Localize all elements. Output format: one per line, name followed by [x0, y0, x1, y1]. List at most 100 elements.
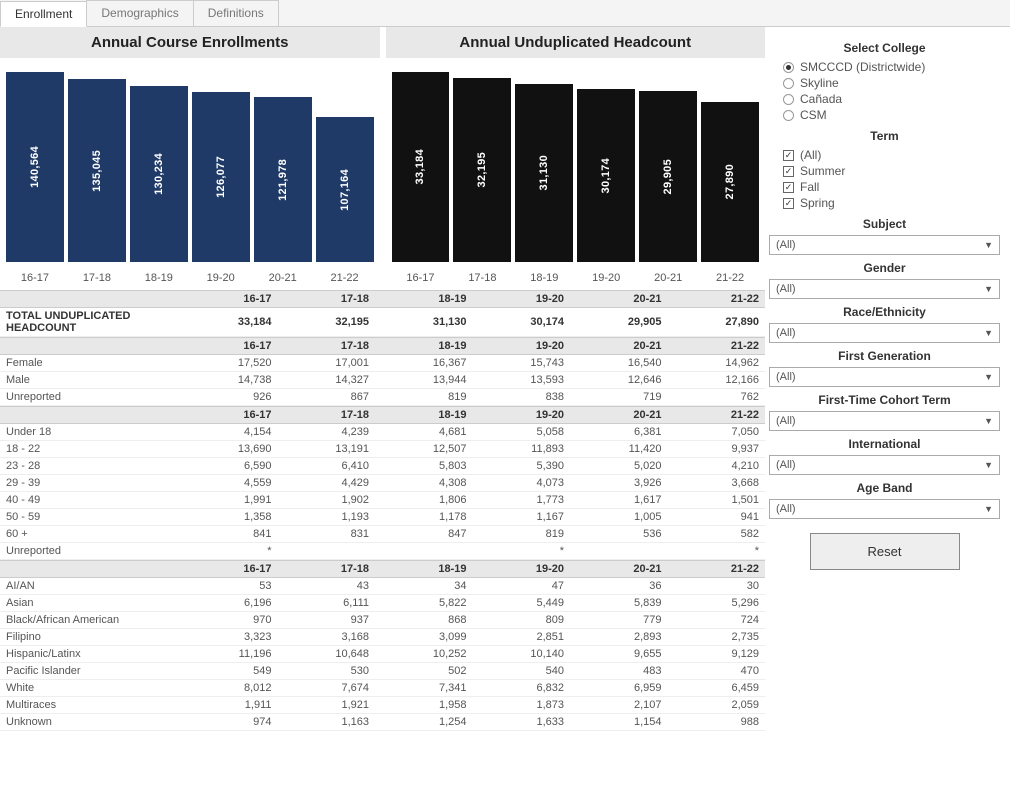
cell: 2,107 [570, 697, 668, 714]
axis-label: 18-19 [128, 272, 190, 284]
bar[interactable]: 140,564 [6, 72, 64, 262]
checkbox-term-1[interactable]: ✓Summer [769, 163, 1000, 179]
bar[interactable]: 29,905 [639, 91, 697, 262]
cell: 43 [278, 578, 376, 595]
tab-demographics[interactable]: Demographics [86, 0, 193, 26]
cell: 1,154 [570, 714, 668, 731]
chevron-down-icon: ▼ [984, 240, 993, 250]
cell: 10,140 [473, 646, 571, 663]
dropdown-first-time-cohort-term[interactable]: (All)▼ [769, 411, 1000, 431]
checkbox-term-0[interactable]: ✓(All) [769, 147, 1000, 163]
radio-icon [783, 78, 794, 89]
cell: 470 [668, 663, 766, 680]
bar-group: 31,130 [515, 84, 573, 262]
column-header: 17-18 [278, 291, 376, 308]
dropdown-value: (All) [776, 459, 796, 471]
dropdown-international[interactable]: (All)▼ [769, 455, 1000, 475]
cell: 1,501 [668, 492, 766, 509]
left-panel: Annual Course Enrollments140,564135,0451… [0, 27, 765, 731]
dropdown-age-band[interactable]: (All)▼ [769, 499, 1000, 519]
cell: 1,911 [180, 697, 278, 714]
bar-group: 32,195 [453, 78, 511, 262]
cell: 6,832 [473, 680, 571, 697]
cell: 6,196 [180, 595, 278, 612]
reset-button[interactable]: Reset [810, 533, 960, 570]
column-header [0, 291, 180, 308]
cell: 483 [570, 663, 668, 680]
dropdown-value: (All) [776, 503, 796, 515]
dropdown-gender[interactable]: (All)▼ [769, 279, 1000, 299]
bar[interactable]: 33,184 [392, 72, 450, 262]
cell: 6,459 [668, 680, 766, 697]
cell: 2,851 [473, 629, 571, 646]
row-label: Unknown [0, 714, 180, 731]
dropdown-value: (All) [776, 327, 796, 339]
cell: 17,001 [278, 355, 376, 372]
cell: 1,991 [180, 492, 278, 509]
data-table-1: 16-1717-1818-1919-2020-2121-22Female17,5… [0, 337, 765, 406]
radio-college-3[interactable]: CSM [769, 107, 1000, 123]
bar-group: 107,164 [316, 117, 374, 262]
row-label: 60 + [0, 526, 180, 543]
radio-icon [783, 110, 794, 121]
axis-label: 17-18 [451, 272, 513, 284]
bar[interactable]: 135,045 [68, 79, 126, 262]
row-label: 40 - 49 [0, 492, 180, 509]
bar-value-label: 32,195 [476, 152, 488, 187]
tab-definitions[interactable]: Definitions [193, 0, 279, 26]
cell: 34 [375, 578, 473, 595]
bar[interactable]: 130,234 [130, 86, 188, 262]
checkbox-term-3[interactable]: ✓Spring [769, 195, 1000, 211]
cell: 10,252 [375, 646, 473, 663]
cell: 1,921 [278, 697, 376, 714]
cell: 5,296 [668, 595, 766, 612]
dropdown-race-ethnicity[interactable]: (All)▼ [769, 323, 1000, 343]
dropdown-subject[interactable]: (All)▼ [769, 235, 1000, 255]
bar[interactable]: 126,077 [192, 92, 250, 262]
bar[interactable]: 107,164 [316, 117, 374, 262]
column-header: 21-22 [668, 407, 766, 424]
row-label: Pacific Islander [0, 663, 180, 680]
cell: 4,210 [668, 458, 766, 475]
radio-college-0[interactable]: SMCCCD (Districtwide) [769, 59, 1000, 75]
radio-college-2[interactable]: Cañada [769, 91, 1000, 107]
axis-label: 16-17 [390, 272, 452, 284]
row-label: Multiraces [0, 697, 180, 714]
cell: 31,130 [375, 308, 473, 337]
filter-title-gender: Gender [769, 261, 1000, 275]
bar-value-label: 107,164 [339, 169, 351, 211]
tab-enrollment[interactable]: Enrollment [0, 1, 87, 27]
table-row: Asian6,1966,1115,8225,4495,8395,296 [0, 595, 765, 612]
cell: 13,690 [180, 441, 278, 458]
cell: 10,648 [278, 646, 376, 663]
column-header: 18-19 [375, 291, 473, 308]
row-label: Unreported [0, 543, 180, 560]
bar[interactable]: 30,174 [577, 89, 635, 262]
cell: 14,962 [668, 355, 766, 372]
column-header: 18-19 [375, 338, 473, 355]
bar[interactable]: 121,978 [254, 97, 312, 262]
bar-value-label: 121,978 [277, 159, 289, 201]
table-row: Filipino3,3233,1683,0992,8512,8932,735 [0, 629, 765, 646]
row-label: Male [0, 372, 180, 389]
radio-college-1[interactable]: Skyline [769, 75, 1000, 91]
dropdown-first-generation[interactable]: (All)▼ [769, 367, 1000, 387]
cell: 16,367 [375, 355, 473, 372]
axis-label: 20-21 [637, 272, 699, 284]
bar[interactable]: 31,130 [515, 84, 573, 262]
cell: 7,050 [668, 424, 766, 441]
radio-icon [783, 94, 794, 105]
column-header: 20-21 [570, 291, 668, 308]
radio-label: CSM [800, 108, 827, 122]
column-header: 19-20 [473, 291, 571, 308]
bar[interactable]: 32,195 [453, 78, 511, 262]
cell: 3,323 [180, 629, 278, 646]
column-header: 20-21 [570, 407, 668, 424]
filters-panel: Select CollegeSMCCCD (Districtwide)Skyli… [765, 27, 1010, 731]
checkbox-term-2[interactable]: ✓Fall [769, 179, 1000, 195]
cell: 2,893 [570, 629, 668, 646]
column-header: 19-20 [473, 407, 571, 424]
row-label: Filipino [0, 629, 180, 646]
bar[interactable]: 27,890 [701, 102, 759, 262]
checkbox-icon: ✓ [783, 198, 794, 209]
